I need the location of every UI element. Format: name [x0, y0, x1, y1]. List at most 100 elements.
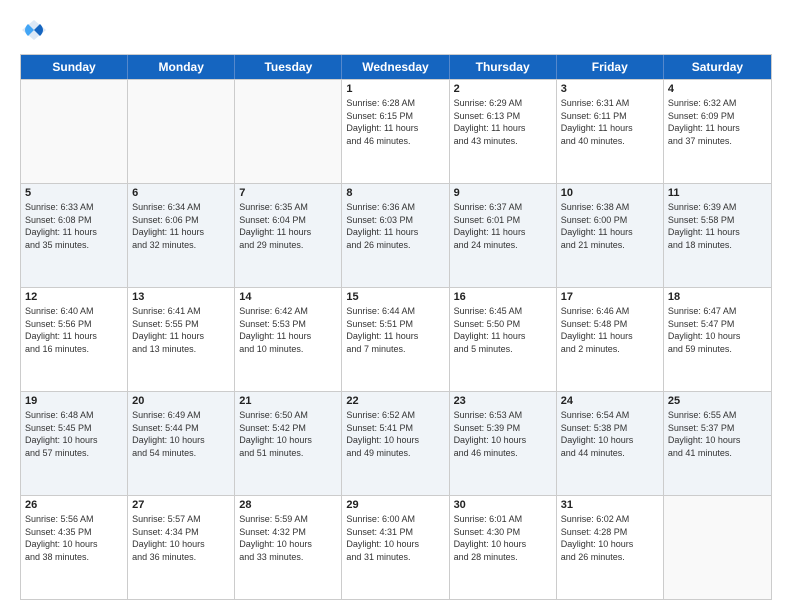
calendar-cell-22: 22 Sunrise: 6:52 AM Sunset: 5:41 PM Dayli… — [342, 392, 449, 495]
calendar-row-4: 26 Sunrise: 5:56 AM Sunset: 4:35 PM Dayli… — [21, 495, 771, 599]
day-number: 15 — [346, 291, 444, 303]
cell-text: Sunrise: 6:53 AM Sunset: 5:39 PM Dayligh… — [454, 409, 552, 459]
calendar-cell-3: 3 Sunrise: 6:31 AM Sunset: 6:11 PM Daylig… — [557, 80, 664, 183]
cell-text: Sunrise: 6:39 AM Sunset: 5:58 PM Dayligh… — [668, 201, 767, 251]
calendar-cell-11: 11 Sunrise: 6:39 AM Sunset: 5:58 PM Dayli… — [664, 184, 771, 287]
cell-text: Sunrise: 6:41 AM Sunset: 5:55 PM Dayligh… — [132, 305, 230, 355]
cell-text: Sunrise: 6:40 AM Sunset: 5:56 PM Dayligh… — [25, 305, 123, 355]
cell-text: Sunrise: 5:56 AM Sunset: 4:35 PM Dayligh… — [25, 513, 123, 563]
day-number: 10 — [561, 187, 659, 199]
calendar-cell-7: 7Sunrise: 6:35 AM Sunset: 6:04 PM Daylig… — [235, 184, 342, 287]
day-number: 5 — [25, 187, 123, 199]
day-number: 17 — [561, 291, 659, 303]
day-number: 25 — [668, 395, 767, 407]
calendar-cell-30: 30 Sunrise: 6:01 AM Sunset: 4:30 PM Dayli… — [450, 496, 557, 599]
cell-text: Sunrise: 6:28 AM Sunset: 6:15 PM Dayligh… — [346, 97, 444, 147]
header-day-wednesday: Wednesday — [342, 55, 449, 79]
cell-text: Sunrise: 6:01 AM Sunset: 4:30 PM Dayligh… — [454, 513, 552, 563]
day-number: 14 — [239, 291, 337, 303]
day-number: 21 — [239, 395, 337, 407]
day-number: 26 — [25, 499, 123, 511]
cell-text: Sunrise: 6:46 AM Sunset: 5:48 PM Dayligh… — [561, 305, 659, 355]
cell-text: Sunrise: 6:37 AM Sunset: 6:01 PM Dayligh… — [454, 201, 552, 251]
day-number: 24 — [561, 395, 659, 407]
day-number: 3 — [561, 83, 659, 95]
header-day-saturday: Saturday — [664, 55, 771, 79]
calendar-cell-1: 1 Sunrise: 6:28 AM Sunset: 6:15 PM Daylig… — [342, 80, 449, 183]
calendar-row-3: 19Sunrise: 6:48 AM Sunset: 5:45 PM Dayli… — [21, 391, 771, 495]
calendar-cell-5: 5 Sunrise: 6:33 AM Sunset: 6:08 PM Daylig… — [21, 184, 128, 287]
day-number: 12 — [25, 291, 123, 303]
day-number: 1 — [346, 83, 444, 95]
day-number: 23 — [454, 395, 552, 407]
day-number: 31 — [561, 499, 659, 511]
day-number: 20 — [132, 395, 230, 407]
header-day-sunday: Sunday — [21, 55, 128, 79]
calendar-cell-31: 31 Sunrise: 6:02 AM Sunset: 4:28 PM Dayli… — [557, 496, 664, 599]
cell-text: Sunrise: 6:38 AM Sunset: 6:00 PM Dayligh… — [561, 201, 659, 251]
header-day-monday: Monday — [128, 55, 235, 79]
calendar-cell-13: 13 Sunrise: 6:41 AM Sunset: 5:55 PM Dayli… — [128, 288, 235, 391]
day-number: 27 — [132, 499, 230, 511]
header — [20, 16, 772, 44]
cell-text: Sunrise: 6:36 AM Sunset: 6:03 PM Dayligh… — [346, 201, 444, 251]
calendar-header: SundayMondayTuesdayWednesdayThursdayFrid… — [21, 55, 771, 79]
calendar-cell-12: 12 Sunrise: 6:40 AM Sunset: 5:56 PM Dayli… — [21, 288, 128, 391]
cell-text: Sunrise: 6:47 AM Sunset: 5:47 PM Dayligh… — [668, 305, 767, 355]
cell-text: Sunrise: 6:44 AM Sunset: 5:51 PM Dayligh… — [346, 305, 444, 355]
logo-icon — [20, 16, 48, 44]
calendar-cell-19: 19Sunrise: 6:48 AM Sunset: 5:45 PM Dayli… — [21, 392, 128, 495]
calendar-cell-9: 9 Sunrise: 6:37 AM Sunset: 6:01 PM Daylig… — [450, 184, 557, 287]
calendar-cell-20: 20 Sunrise: 6:49 AM Sunset: 5:44 PM Dayli… — [128, 392, 235, 495]
day-number: 4 — [668, 83, 767, 95]
calendar-cell-21: 21 Sunrise: 6:50 AM Sunset: 5:42 PM Dayli… — [235, 392, 342, 495]
cell-text: Sunrise: 6:00 AM Sunset: 4:31 PM Dayligh… — [346, 513, 444, 563]
day-number: 8 — [346, 187, 444, 199]
cell-text: Sunrise: 6:02 AM Sunset: 4:28 PM Dayligh… — [561, 513, 659, 563]
day-number: 19 — [25, 395, 123, 407]
day-number: 7 — [239, 187, 337, 199]
cell-text: Sunrise: 6:55 AM Sunset: 5:37 PM Dayligh… — [668, 409, 767, 459]
day-number: 2 — [454, 83, 552, 95]
day-number: 30 — [454, 499, 552, 511]
calendar-cell-16: 16 Sunrise: 6:45 AM Sunset: 5:50 PM Dayli… — [450, 288, 557, 391]
day-number: 16 — [454, 291, 552, 303]
calendar-cell-empty-4-6 — [664, 496, 771, 599]
calendar-cell-empty-0-2 — [235, 80, 342, 183]
calendar-cell-27: 27 Sunrise: 5:57 AM Sunset: 4:34 PM Dayli… — [128, 496, 235, 599]
day-number: 22 — [346, 395, 444, 407]
cell-text: Sunrise: 6:32 AM Sunset: 6:09 PM Dayligh… — [668, 97, 767, 147]
day-number: 9 — [454, 187, 552, 199]
cell-text: Sunrise: 6:29 AM Sunset: 6:13 PM Dayligh… — [454, 97, 552, 147]
day-number: 28 — [239, 499, 337, 511]
cell-text: Sunrise: 6:31 AM Sunset: 6:11 PM Dayligh… — [561, 97, 659, 147]
cell-text: Sunrise: 5:59 AM Sunset: 4:32 PM Dayligh… — [239, 513, 337, 563]
calendar-cell-empty-0-1 — [128, 80, 235, 183]
calendar-cell-14: 14 Sunrise: 6:42 AM Sunset: 5:53 PM Dayli… — [235, 288, 342, 391]
calendar-cell-6: 6 Sunrise: 6:34 AM Sunset: 6:06 PM Daylig… — [128, 184, 235, 287]
day-number: 6 — [132, 187, 230, 199]
cell-text: Sunrise: 6:42 AM Sunset: 5:53 PM Dayligh… — [239, 305, 337, 355]
day-number: 18 — [668, 291, 767, 303]
cell-text: Sunrise: 5:57 AM Sunset: 4:34 PM Dayligh… — [132, 513, 230, 563]
calendar-cell-10: 10 Sunrise: 6:38 AM Sunset: 6:00 PM Dayli… — [557, 184, 664, 287]
day-number: 29 — [346, 499, 444, 511]
page: SundayMondayTuesdayWednesdayThursdayFrid… — [0, 0, 792, 612]
cell-text: Sunrise: 6:45 AM Sunset: 5:50 PM Dayligh… — [454, 305, 552, 355]
calendar-cell-4: 4 Sunrise: 6:32 AM Sunset: 6:09 PM Daylig… — [664, 80, 771, 183]
cell-text: Sunrise: 6:34 AM Sunset: 6:06 PM Dayligh… — [132, 201, 230, 251]
cell-text: Sunrise: 6:52 AM Sunset: 5:41 PM Dayligh… — [346, 409, 444, 459]
day-number: 13 — [132, 291, 230, 303]
calendar-cell-25: 25 Sunrise: 6:55 AM Sunset: 5:37 PM Dayli… — [664, 392, 771, 495]
calendar-cell-8: 8 Sunrise: 6:36 AM Sunset: 6:03 PM Daylig… — [342, 184, 449, 287]
calendar-cell-23: 23 Sunrise: 6:53 AM Sunset: 5:39 PM Dayli… — [450, 392, 557, 495]
cell-text: Sunrise: 6:49 AM Sunset: 5:44 PM Dayligh… — [132, 409, 230, 459]
day-number: 11 — [668, 187, 767, 199]
calendar-cell-29: 29 Sunrise: 6:00 AM Sunset: 4:31 PM Dayli… — [342, 496, 449, 599]
header-day-thursday: Thursday — [450, 55, 557, 79]
cell-text: Sunrise: 6:50 AM Sunset: 5:42 PM Dayligh… — [239, 409, 337, 459]
calendar-cell-17: 17 Sunrise: 6:46 AM Sunset: 5:48 PM Dayli… — [557, 288, 664, 391]
cell-text: Sunrise: 6:33 AM Sunset: 6:08 PM Dayligh… — [25, 201, 123, 251]
calendar-cell-2: 2 Sunrise: 6:29 AM Sunset: 6:13 PM Daylig… — [450, 80, 557, 183]
calendar-row-1: 5 Sunrise: 6:33 AM Sunset: 6:08 PM Daylig… — [21, 183, 771, 287]
